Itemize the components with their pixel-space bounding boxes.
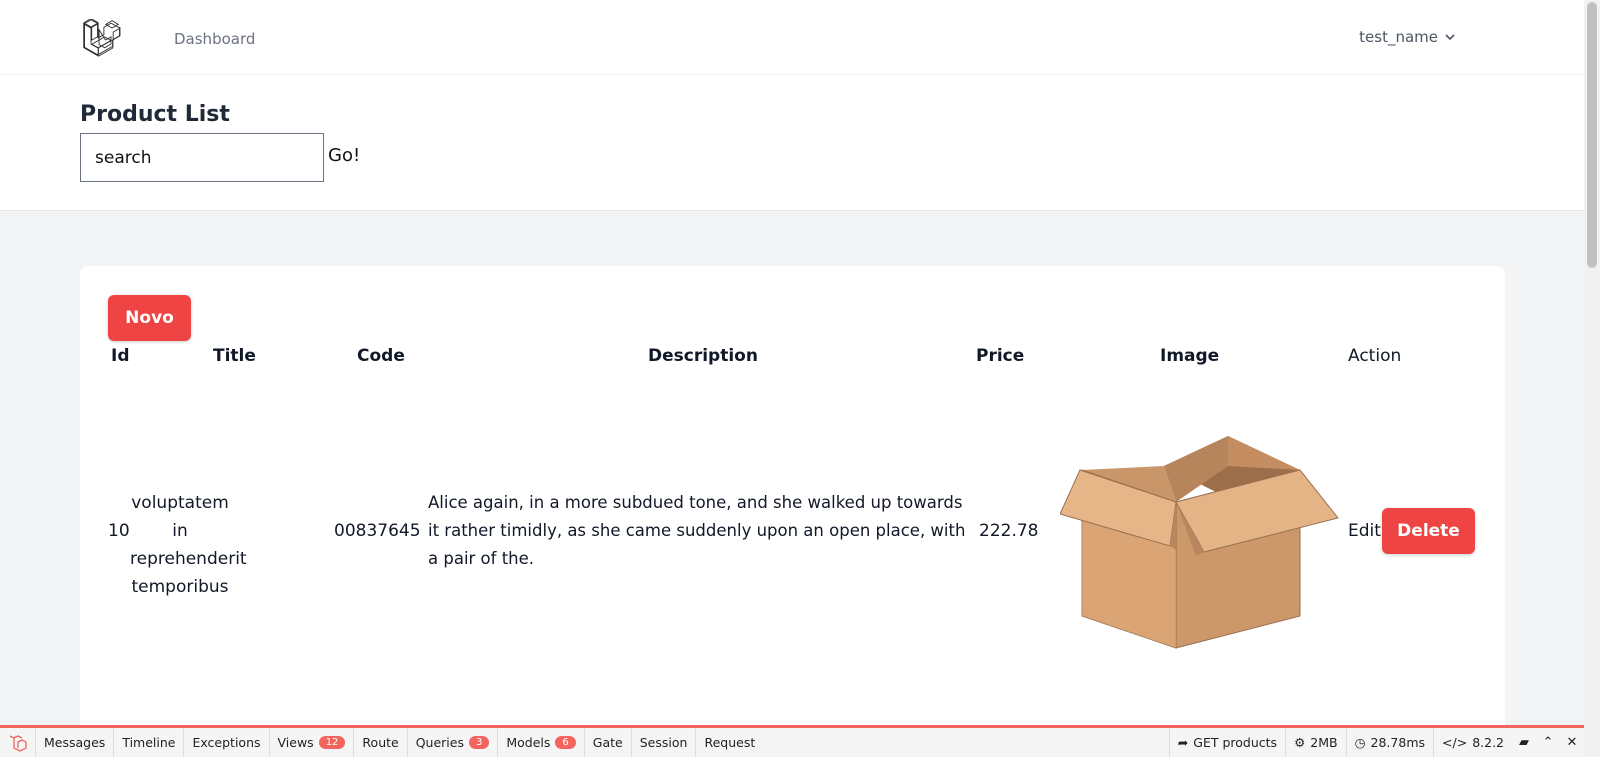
queries-count-badge: 3 (469, 736, 490, 749)
cell-id: 10 (108, 521, 130, 541)
column-header-code: Code (357, 346, 405, 366)
edit-link[interactable]: Edit (1348, 517, 1381, 545)
laravel-debugbar-logo-icon[interactable] (0, 728, 36, 757)
top-navigation: Dashboard test_name (0, 0, 1584, 75)
nav-dashboard-link[interactable]: Dashboard (174, 30, 255, 48)
cell-price: 222.78 (979, 521, 1039, 541)
debugbar-memory[interactable]: ⚙ 2MB (1285, 728, 1346, 757)
code-icon: </> (1442, 735, 1468, 750)
debugbar-tab-exceptions[interactable]: Exceptions (184, 728, 270, 757)
search-input[interactable] (80, 133, 324, 182)
go-button[interactable]: Go! (328, 145, 360, 166)
cell-description: Alice again, in a more subdued tone, and… (428, 493, 966, 568)
delete-button[interactable]: Delete (1382, 508, 1475, 554)
debugbar-tab-gate[interactable]: Gate (585, 728, 632, 757)
debugbar-time[interactable]: ◷ 28.78ms (1345, 728, 1433, 757)
column-header-id: Id (111, 346, 130, 366)
scrollbar-thumb[interactable] (1587, 2, 1597, 268)
chevron-up-icon[interactable]: ⌃ (1536, 728, 1560, 757)
debugbar: Messages Timeline Exceptions Views 12 Rou… (0, 725, 1584, 757)
debugbar-tab-models[interactable]: Models 6 (498, 728, 585, 757)
folder-open-icon[interactable]: ▰ (1512, 728, 1536, 757)
debugbar-status: ➦ GET products ⚙ 2MB ◷ 28.78ms </> 8.2.2… (1168, 728, 1584, 757)
column-header-image: Image (1160, 346, 1220, 366)
page-header: Product List Go! (0, 75, 1584, 211)
debugbar-tab-views[interactable]: Views 12 (270, 728, 355, 757)
laravel-logo-icon[interactable] (83, 19, 121, 57)
debugbar-tab-session[interactable]: Session (632, 728, 697, 757)
debugbar-tab-queries[interactable]: Queries 3 (408, 728, 499, 757)
debugbar-tab-request[interactable]: Request (696, 728, 763, 757)
page-title: Product List (80, 102, 230, 127)
cogs-icon: ⚙ (1294, 735, 1306, 750)
debugbar-tab-messages[interactable]: Messages (36, 728, 115, 757)
user-name: test_name (1359, 28, 1438, 46)
cardboard-box-icon (1060, 436, 1339, 649)
debugbar-tab-route[interactable]: Route (354, 728, 408, 757)
cell-code: 00837645 (334, 521, 421, 541)
cell-title: voluptatem in reprehenderit temporibus (130, 493, 247, 597)
user-menu[interactable]: test_name (1359, 28, 1456, 46)
views-count-badge: 12 (318, 736, 346, 749)
column-header-title: Title (213, 346, 256, 366)
column-header-price: Price (976, 346, 1025, 366)
column-header-action: Action (1348, 346, 1402, 366)
share-arrow-icon: ➦ (1177, 735, 1189, 750)
close-icon[interactable]: ✕ (1560, 728, 1584, 757)
clock-icon: ◷ (1354, 735, 1366, 750)
column-header-description: Description (648, 346, 758, 366)
new-product-button[interactable]: Novo (108, 295, 191, 341)
page-scrollbar[interactable] (1584, 0, 1600, 757)
debugbar-php-version[interactable]: </> 8.2.2 (1433, 728, 1512, 757)
product-card: Novo Id Title Code Description Price Ima… (80, 266, 1505, 746)
debugbar-tab-timeline[interactable]: Timeline (114, 728, 185, 757)
chevron-down-icon (1445, 34, 1455, 41)
models-count-badge: 6 (555, 736, 576, 749)
debugbar-request-info[interactable]: ➦ GET products (1168, 728, 1285, 757)
